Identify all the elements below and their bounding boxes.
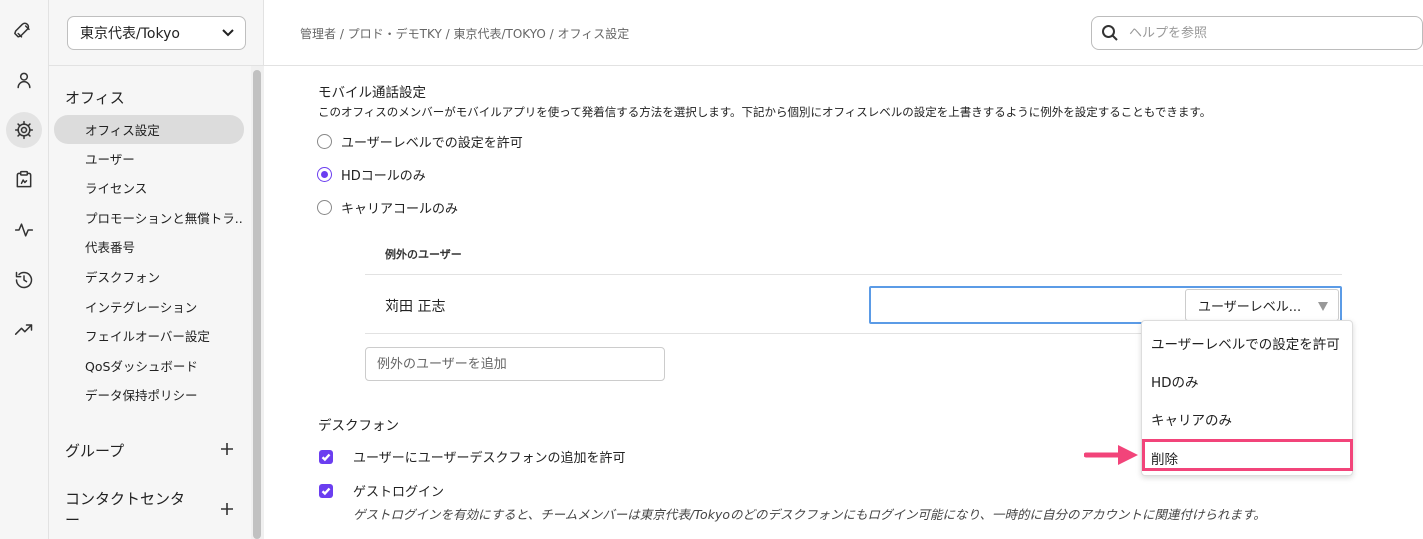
guest-login-description: ゲストログインを有効にすると、チームメンバーは東京代表/Tokyoのどのデスクフ… <box>353 507 1266 522</box>
chevron-down-icon <box>222 29 234 37</box>
radio-carrier-only-circle[interactable] <box>317 199 332 215</box>
help-search[interactable] <box>1091 16 1423 50</box>
sidebar-item-failover[interactable]: フェイルオーバー設定 <box>54 321 244 350</box>
exception-setting-select[interactable]: ユーザーレベル... <box>1185 289 1339 321</box>
dropdown-option-carrier-only[interactable]: キャリアのみ <box>1151 409 1232 429</box>
sidebar-item-retention[interactable]: データ保持ポリシー <box>54 380 244 409</box>
exception-user-name: 苅田 正志 <box>385 299 446 315</box>
sidebar-item-users[interactable]: ユーザー <box>54 144 244 173</box>
sidebar-scrollbar[interactable] <box>253 70 261 539</box>
guest-login-checkbox[interactable] <box>319 483 333 498</box>
guest-login-option[interactable]: ゲストログイン <box>319 481 444 500</box>
section-group[interactable]: グループ <box>65 440 124 461</box>
exceptions-header: 例外のユーザー <box>385 248 462 261</box>
activity-icon[interactable] <box>6 212 42 248</box>
dropdown-option-hd-only[interactable]: HDのみ <box>1151 371 1199 391</box>
help-search-input[interactable] <box>1129 25 1409 41</box>
gear-icon[interactable] <box>6 112 42 148</box>
history-icon[interactable] <box>6 262 42 298</box>
radio-hd-only-circle[interactable] <box>317 166 332 182</box>
add-group-plus-icon[interactable] <box>219 441 237 459</box>
mobile-settings-description: このオフィスのメンバーがモバイルアプリを使って発着信する方法を選択します。下記か… <box>318 105 1212 119</box>
allow-user-deskphone-option[interactable]: ユーザーにユーザーデスクフォンの追加を許可 <box>319 447 625 466</box>
sidebar-item-main-number[interactable]: 代表番号 <box>54 232 244 261</box>
dropdown-triangle-icon <box>1318 302 1328 311</box>
trending-icon[interactable] <box>6 312 42 348</box>
allow-user-deskphone-checkbox[interactable] <box>319 449 333 464</box>
header: 管理者 / プロド・デモTKY / 東京代表/TOKYO / オフィス設定 <box>264 0 1423 66</box>
exceptions-divider-top <box>365 274 1342 275</box>
user-icon[interactable] <box>6 62 42 98</box>
guest-login-label: ゲストログイン <box>353 485 445 500</box>
section-contact-line1: コンタクトセンタ <box>65 490 186 508</box>
radio-user-level-label: ユーザーレベルでの設定を許可 <box>341 135 523 151</box>
sidebar-item-promotions[interactable]: プロモーションと無償トラ... <box>54 203 244 232</box>
left-rail <box>0 0 49 539</box>
radio-carrier-only[interactable]: キャリアコールのみ <box>317 197 458 217</box>
exception-setting-select-value: ユーザーレベル... <box>1198 299 1302 315</box>
dropdown-option-user-level[interactable]: ユーザーレベルでの設定を許可 <box>1151 333 1340 353</box>
sidebar-item-integrations[interactable]: インテグレーション <box>54 292 244 321</box>
pointer-arrow-icon <box>1084 445 1138 465</box>
main-content: モバイル通話設定 このオフィスのメンバーがモバイルアプリを使って発着信する方法を… <box>264 66 1423 539</box>
radio-hd-only[interactable]: HDコールのみ <box>317 164 426 184</box>
rocket-icon[interactable] <box>6 13 42 49</box>
office-select-value: 東京代表/Tokyo <box>80 26 180 42</box>
section-contact-line2: ー <box>65 511 81 529</box>
sidebar-item-deskphones[interactable]: デスクフォン <box>54 262 244 291</box>
checkmark-icon <box>321 453 331 461</box>
sidebar-item-licenses[interactable]: ライセンス <box>54 173 244 202</box>
deskphone-title: デスクフォン <box>318 418 399 434</box>
breadcrumb: 管理者 / プロド・デモTKY / 東京代表/TOKYO / オフィス設定 <box>300 27 630 41</box>
add-exception-user-input[interactable] <box>365 347 665 381</box>
sidebar: 東京代表/Tokyo オフィス オフィス設定 ユーザー ライセンス プロモーショ… <box>49 0 264 539</box>
radio-user-level[interactable]: ユーザーレベルでの設定を許可 <box>317 131 523 151</box>
add-contact-center-plus-icon[interactable] <box>219 501 237 519</box>
radio-carrier-only-label: キャリアコールのみ <box>341 201 459 217</box>
section-contact-center[interactable]: コンタクトセンタ ー <box>65 489 185 531</box>
mobile-settings-title: モバイル通話設定 <box>318 85 426 101</box>
checkmark-icon <box>321 487 331 495</box>
sidebar-item-qos[interactable]: QoSダッシュボード <box>54 351 244 380</box>
allow-user-deskphone-label: ユーザーにユーザーデスクフォンの追加を許可 <box>353 451 626 466</box>
sidebar-divider <box>49 65 264 66</box>
radio-hd-only-label: HDコールのみ <box>341 168 426 184</box>
sidebar-item-office-settings[interactable]: オフィス設定 <box>54 115 244 144</box>
office-select[interactable]: 東京代表/Tokyo <box>67 16 246 50</box>
search-icon <box>1102 25 1118 41</box>
radio-user-level-circle[interactable] <box>317 133 332 149</box>
section-office[interactable]: オフィス <box>65 87 125 108</box>
clipboard-icon[interactable] <box>6 162 42 198</box>
delete-option-highlight <box>1142 439 1353 471</box>
